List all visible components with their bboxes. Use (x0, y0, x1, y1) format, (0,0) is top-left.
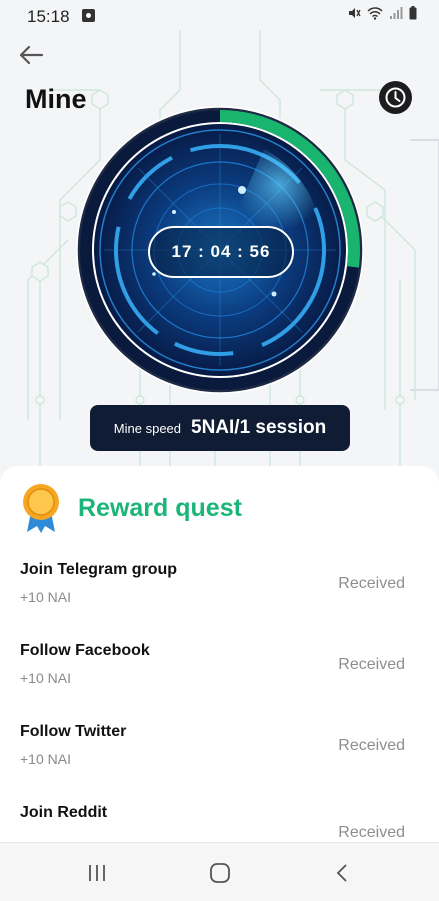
reward-quest-title: Reward quest (78, 494, 242, 522)
history-clock-icon (385, 87, 406, 108)
quest-name: Follow Facebook (20, 642, 150, 659)
quest-status[interactable]: Received (338, 824, 405, 842)
signal-icon (390, 7, 403, 19)
quest-status[interactable]: Received (338, 575, 405, 593)
quest-status[interactable]: Received (338, 656, 405, 674)
quest-item[interactable]: Follow Facebook +10 NAI Received (0, 642, 439, 712)
back-button[interactable] (16, 40, 46, 70)
medal-icon (23, 484, 59, 533)
battery-icon (409, 6, 417, 20)
wifi-icon (367, 7, 383, 20)
app-notification-icon (82, 9, 95, 22)
history-button[interactable] (379, 81, 412, 114)
countdown-timer: 17 : 04 : 56 (148, 226, 294, 278)
mute-icon (349, 8, 361, 18)
home-icon (210, 863, 230, 883)
mine-speed-panel: Mine speed 5NAI/1 session (90, 405, 350, 451)
quest-item[interactable]: Join Telegram group +10 NAI Received (0, 561, 439, 631)
quest-item[interactable]: Follow Twitter +10 NAI Received (0, 723, 439, 793)
status-bar: 15:18 (0, 0, 439, 32)
back-icon (336, 864, 347, 882)
recents-icon (89, 865, 105, 881)
home-button[interactable] (205, 859, 235, 887)
back-nav-button[interactable] (328, 859, 358, 887)
status-time: 15:18 (27, 7, 70, 26)
quest-reward: +10 NAI (20, 670, 71, 686)
recents-button[interactable] (82, 859, 112, 887)
mine-speed-label: Mine speed (113, 420, 182, 436)
quest-name: Follow Twitter (20, 723, 127, 740)
quest-status[interactable]: Received (338, 737, 405, 755)
quest-name: Join Reddit (20, 804, 108, 821)
quest-item[interactable]: Join Reddit Received (0, 804, 439, 842)
back-arrow-icon (19, 45, 44, 65)
quest-name: Join Telegram group (20, 561, 178, 578)
quest-reward: +10 NAI (20, 589, 71, 605)
quest-reward: +10 NAI (20, 751, 71, 767)
system-nav-bar (0, 842, 439, 901)
mine-speed-value: 5NAI/1 session (191, 417, 327, 438)
status-icons (347, 6, 417, 20)
